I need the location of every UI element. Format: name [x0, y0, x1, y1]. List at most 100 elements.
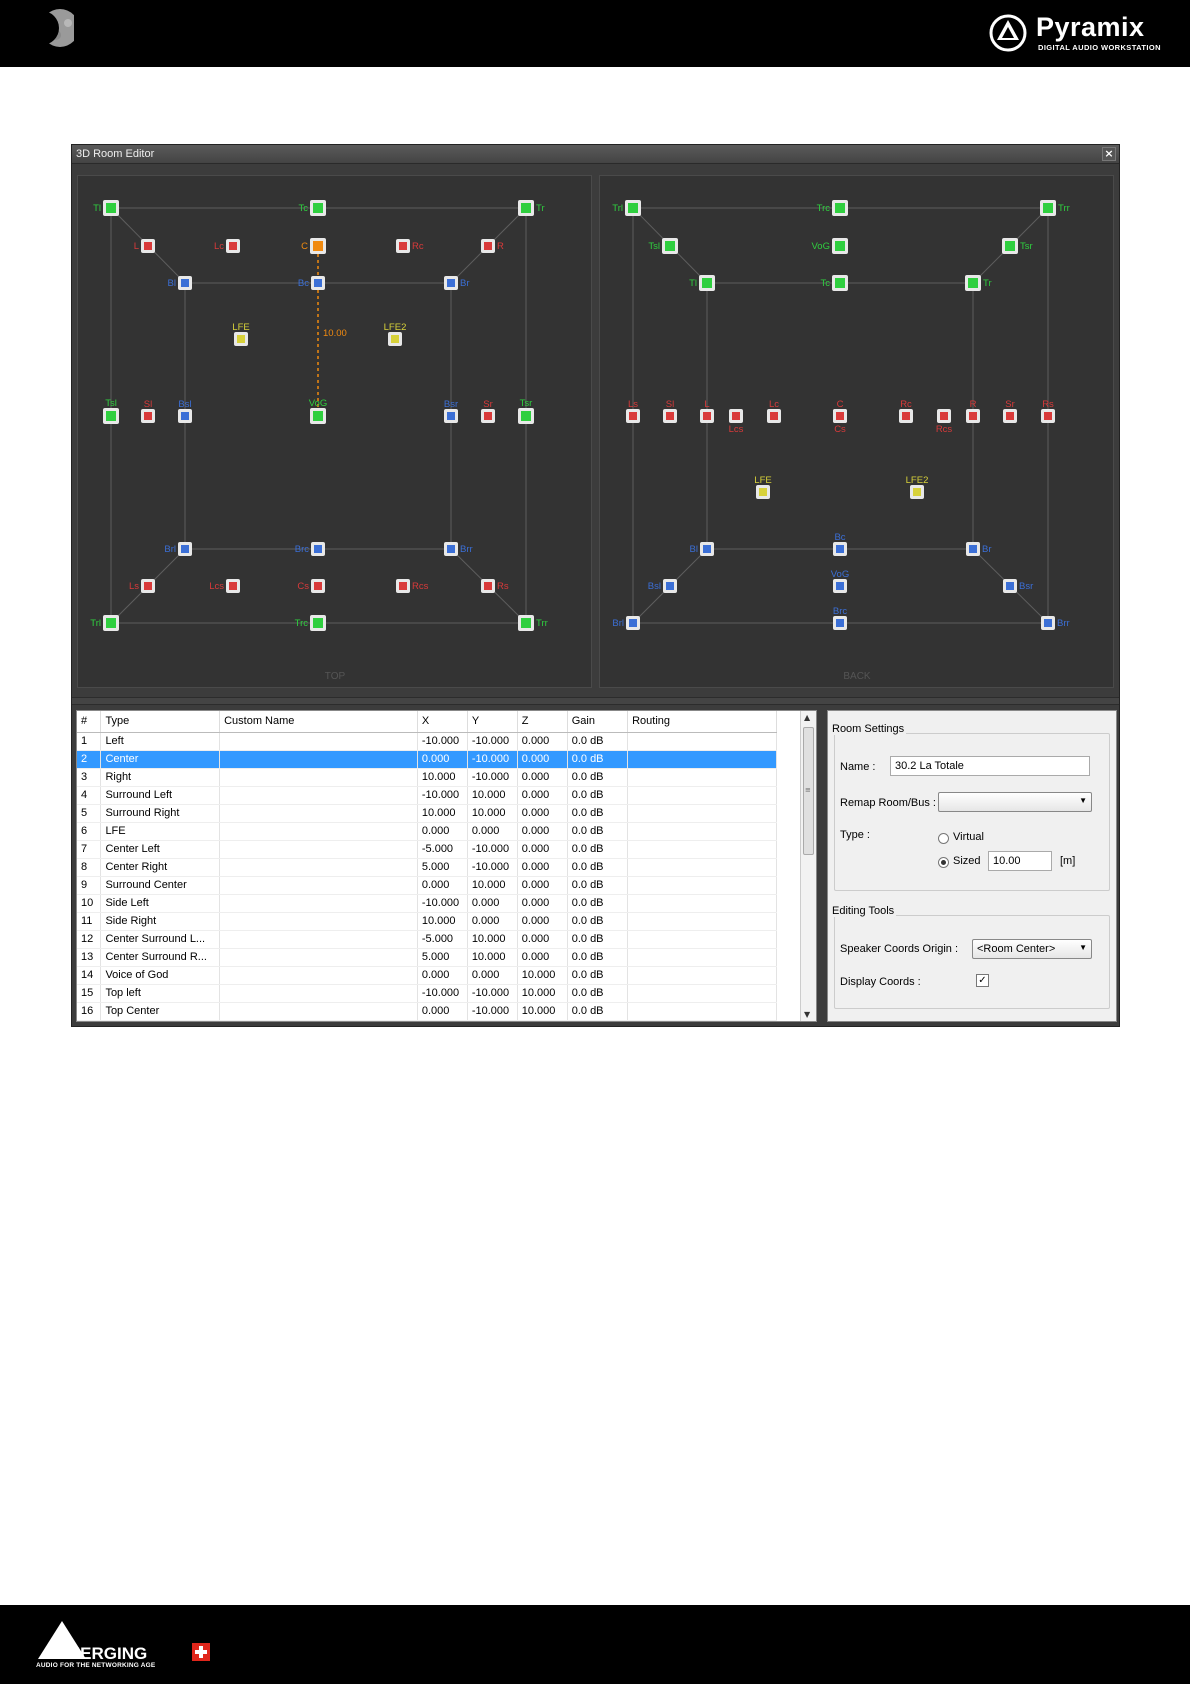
table-scrollbar[interactable]: ▲ ≡ ▼: [800, 711, 816, 1021]
speaker-marker[interactable]: VoG: [309, 398, 328, 424]
scroll-down-icon[interactable]: ▼: [804, 1010, 810, 1019]
back-view-panel[interactable]: Trl Trc Trr Tsl VoG Tsr Tl Tc Tr Ls Sl L Lcs Lc C Cs Rc R…: [599, 175, 1114, 688]
table-row[interactable]: 1 Left -10.000 -10.000 0.000 0.0 dB: [77, 732, 777, 751]
column-header[interactable]: Routing: [627, 711, 777, 733]
speaker-marker[interactable]: Br: [444, 276, 470, 290]
speaker-marker[interactable]: Ls: [626, 399, 640, 423]
table-row[interactable]: 5 Surround Right 10.000 10.000 0.000 0.0 dB: [77, 804, 777, 823]
room-size-input[interactable]: 10.00: [988, 851, 1052, 871]
column-header[interactable]: X: [417, 711, 468, 733]
top-view-panel[interactable]: 10.00 Tl Tc Tr L Lc C Rc R Bl Bc Br LFE LFE2 Tsl Sl Bsl V…: [77, 175, 592, 688]
column-header[interactable]: Gain: [567, 711, 629, 733]
speaker-marker[interactable]: Brr: [444, 542, 473, 556]
speaker-marker[interactable]: Bc: [833, 532, 847, 556]
speaker-marker[interactable]: Trr: [1040, 200, 1070, 216]
speaker-marker[interactable]: LFE2: [906, 475, 929, 499]
speaker-marker[interactable]: Rs: [481, 579, 509, 593]
top-view-canvas[interactable]: 10.00 Tl Tc Tr L Lc C Rc R Bl Bc Br LFE LFE2 Tsl Sl Bsl V…: [78, 176, 593, 689]
speaker-marker[interactable]: Sr: [481, 399, 495, 423]
speaker-marker[interactable]: Rc: [396, 239, 424, 253]
window-titlebar[interactable]: 3D Room Editor ×: [72, 145, 1119, 164]
speaker-marker[interactable]: Tl: [93, 200, 119, 216]
origin-dropdown[interactable]: <Room Center> ▼: [972, 939, 1092, 959]
speaker-marker[interactable]: Bl: [690, 542, 714, 556]
speaker-marker[interactable]: Brr: [1041, 616, 1070, 630]
speaker-marker[interactable]: Tr: [965, 275, 992, 291]
speaker-marker[interactable]: Trr: [518, 615, 548, 631]
splitter[interactable]: [72, 697, 1119, 705]
table-row[interactable]: 4 Surround Left -10.000 10.000 0.000 0.0 dB: [77, 786, 777, 805]
table-row[interactable]: 11 Side Right 10.000 0.000 0.000 0.0 dB: [77, 912, 777, 931]
speaker-marker[interactable]: Bsl: [178, 399, 192, 423]
speaker-marker[interactable]: Brc: [833, 606, 848, 630]
column-header[interactable]: #: [77, 711, 102, 733]
speaker-marker[interactable]: Tsl: [648, 238, 678, 254]
speaker-marker[interactable]: Cs: [297, 579, 325, 593]
speaker-marker[interactable]: Trl: [612, 200, 641, 216]
speaker-marker[interactable]: Trc: [295, 615, 326, 631]
speaker-marker[interactable]: Tsr: [1002, 238, 1033, 254]
speaker-marker[interactable]: LFE2: [384, 322, 407, 346]
speaker-marker[interactable]: VoG: [831, 569, 850, 593]
speaker-marker[interactable]: Tc: [299, 200, 327, 216]
speaker-marker[interactable]: Tsr: [518, 398, 534, 424]
speaker-marker[interactable]: Tl: [689, 275, 715, 291]
column-header[interactable]: Z: [517, 711, 568, 733]
speaker-marker[interactable]: L: [700, 399, 714, 423]
speaker-marker[interactable]: Rcs: [936, 409, 953, 435]
speaker-marker[interactable]: LFE: [754, 475, 772, 499]
speaker-marker[interactable]: C: [301, 238, 326, 254]
column-header[interactable]: Y: [467, 711, 518, 733]
speaker-marker[interactable]: Rc: [899, 399, 913, 423]
table-row[interactable]: 12 Center Surround L... -5.000 10.000 0.000 0…: [77, 930, 777, 949]
sized-radio[interactable]: [938, 857, 949, 868]
speaker-marker[interactable]: Rs: [1041, 399, 1055, 423]
speaker-marker[interactable]: Lcs: [209, 579, 240, 593]
speaker-marker[interactable]: LFE: [232, 322, 250, 346]
speaker-marker[interactable]: Bl: [168, 276, 192, 290]
remap-dropdown[interactable]: ▼: [938, 792, 1092, 812]
speaker-marker[interactable]: Brl: [164, 542, 192, 556]
speaker-marker[interactable]: Lcs: [729, 409, 744, 435]
room-name-input[interactable]: 30.2 La Totale: [890, 756, 1090, 776]
scroll-up-icon[interactable]: ▲: [804, 713, 810, 722]
close-icon[interactable]: ×: [1102, 147, 1116, 161]
table-row[interactable]: 2 Center 0.000 -10.000 0.000 0.0 dB: [77, 750, 777, 769]
speaker-marker[interactable]: Bsl: [648, 579, 677, 593]
speaker-marker[interactable]: Lc: [767, 399, 781, 423]
speaker-marker[interactable]: R: [481, 239, 504, 253]
display-coords-checkbox[interactable]: ✓: [976, 974, 989, 987]
table-row[interactable]: 6 LFE 0.000 0.000 0.000 0.0 dB: [77, 822, 777, 841]
table-row[interactable]: 13 Center Surround R... 5.000 10.000 0.000 0.…: [77, 948, 777, 967]
table-row[interactable]: 7 Center Left -5.000 -10.000 0.000 0.0 dB: [77, 840, 777, 859]
speaker-marker[interactable]: Sl: [663, 399, 677, 423]
speaker-marker[interactable]: Cs: [833, 409, 847, 435]
table-row[interactable]: 8 Center Right 5.000 -10.000 0.000 0.0 dB: [77, 858, 777, 877]
table-row[interactable]: 14 Voice of God 0.000 0.000 10.000 0.0 dB: [77, 966, 777, 985]
virtual-radio[interactable]: [938, 833, 949, 844]
speaker-marker[interactable]: Ls: [129, 579, 155, 593]
speaker-marker[interactable]: Rcs: [396, 579, 429, 593]
speaker-marker[interactable]: Tsl: [103, 398, 119, 424]
back-view-canvas[interactable]: Trl Trc Trr Tsl VoG Tsr Tl Tc Tr Ls Sl L Lcs Lc C Cs Rc R…: [600, 176, 1115, 689]
table-row[interactable]: 3 Right 10.000 -10.000 0.000 0.0 dB: [77, 768, 777, 787]
speaker-marker[interactable]: R: [966, 399, 980, 423]
speaker-marker[interactable]: Sr: [1003, 399, 1017, 423]
speaker-marker[interactable]: Bsr: [1003, 579, 1033, 593]
speaker-marker[interactable]: Trc: [817, 200, 848, 216]
table-row[interactable]: 10 Side Left -10.000 0.000 0.000 0.0 dB: [77, 894, 777, 913]
table-row[interactable]: 15 Top left -10.000 -10.000 10.000 0.0 dB: [77, 984, 777, 1003]
table-row[interactable]: 16 Top Center 0.000 -10.000 10.000 0.0 dB: [77, 1002, 777, 1021]
speaker-marker[interactable]: Sl: [141, 399, 155, 423]
speaker-marker[interactable]: Tr: [518, 200, 545, 216]
scroll-thumb[interactable]: ≡: [803, 727, 814, 855]
speaker-marker[interactable]: L: [134, 239, 155, 253]
speaker-marker[interactable]: Trl: [90, 615, 119, 631]
speaker-marker[interactable]: VoG: [812, 238, 849, 254]
column-header[interactable]: Custom Name: [219, 711, 418, 733]
speaker-marker[interactable]: Brl: [612, 616, 640, 630]
table-row[interactable]: 9 Surround Center 0.000 10.000 0.000 0.0 dB: [77, 876, 777, 895]
speaker-marker[interactable]: Bc: [298, 276, 325, 290]
column-header[interactable]: Type: [100, 711, 221, 733]
speaker-marker[interactable]: Bsr: [444, 399, 458, 423]
